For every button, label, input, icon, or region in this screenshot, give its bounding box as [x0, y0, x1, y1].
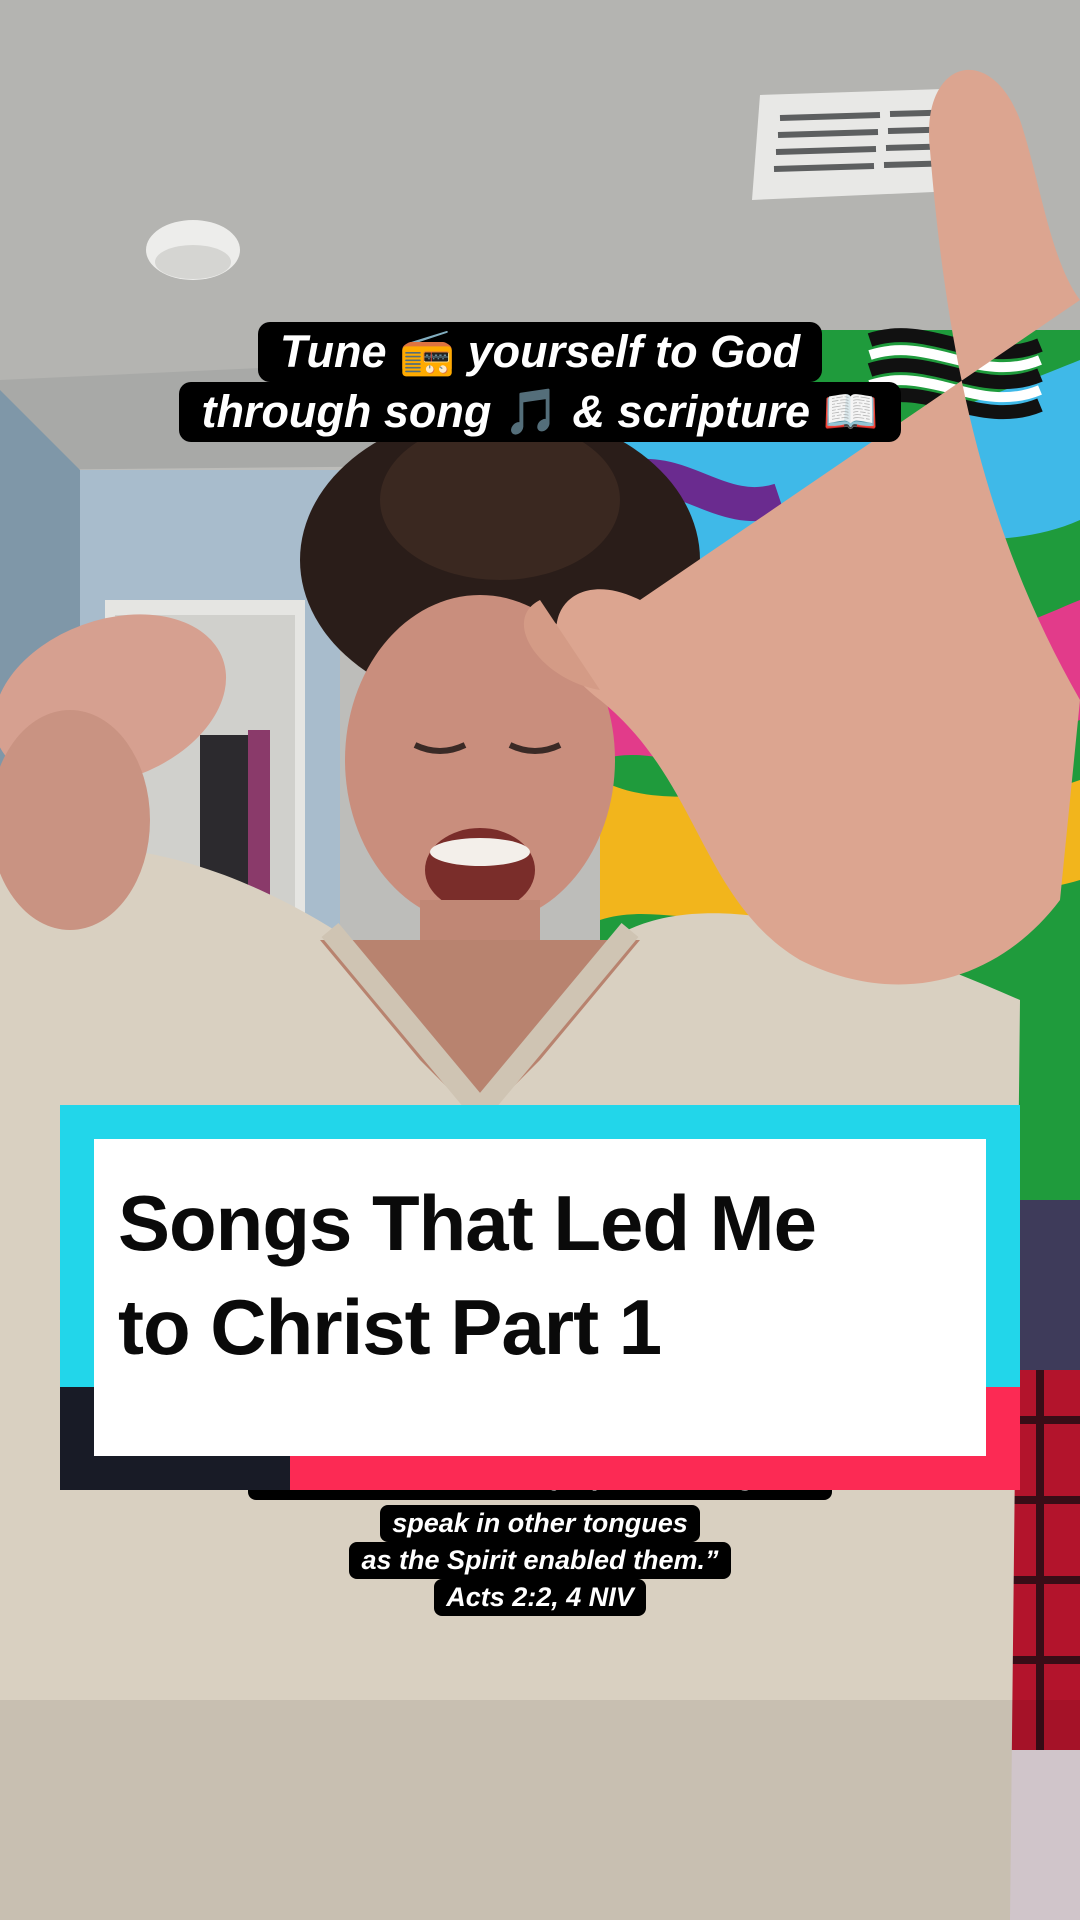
video-background — [0, 0, 1080, 1920]
scripture-line-3: as the Spirit enabled them.” — [349, 1542, 731, 1579]
scripture-reference: Acts 2:2, 4 NIV — [434, 1579, 646, 1616]
open-book-icon: 📖 — [822, 385, 879, 438]
top-caption: Tune 📻 yourself to God through song 🎵 & … — [0, 322, 1080, 442]
title-line-2: to Christ Part 1 — [118, 1283, 662, 1371]
top-caption-line-2: through song 🎵 & scripture 📖 — [179, 382, 901, 442]
title-card-heading: Songs That Led Me to Christ Part 1 — [118, 1171, 938, 1379]
music-note-icon: 🎵 — [503, 385, 560, 438]
scripture-line-2: speak in other tongues — [380, 1505, 700, 1542]
scripture-caption: were filled with the Holy Spirit and beg… — [0, 1470, 1080, 1616]
title-card: Songs That Led Me to Christ Part 1 — [60, 1105, 1020, 1490]
smoke-detector — [146, 220, 240, 280]
radio-icon: 📻 — [399, 325, 456, 378]
title-line-1: Songs That Led Me — [118, 1179, 817, 1267]
top-caption-line-1: Tune 📻 yourself to God — [257, 322, 823, 382]
